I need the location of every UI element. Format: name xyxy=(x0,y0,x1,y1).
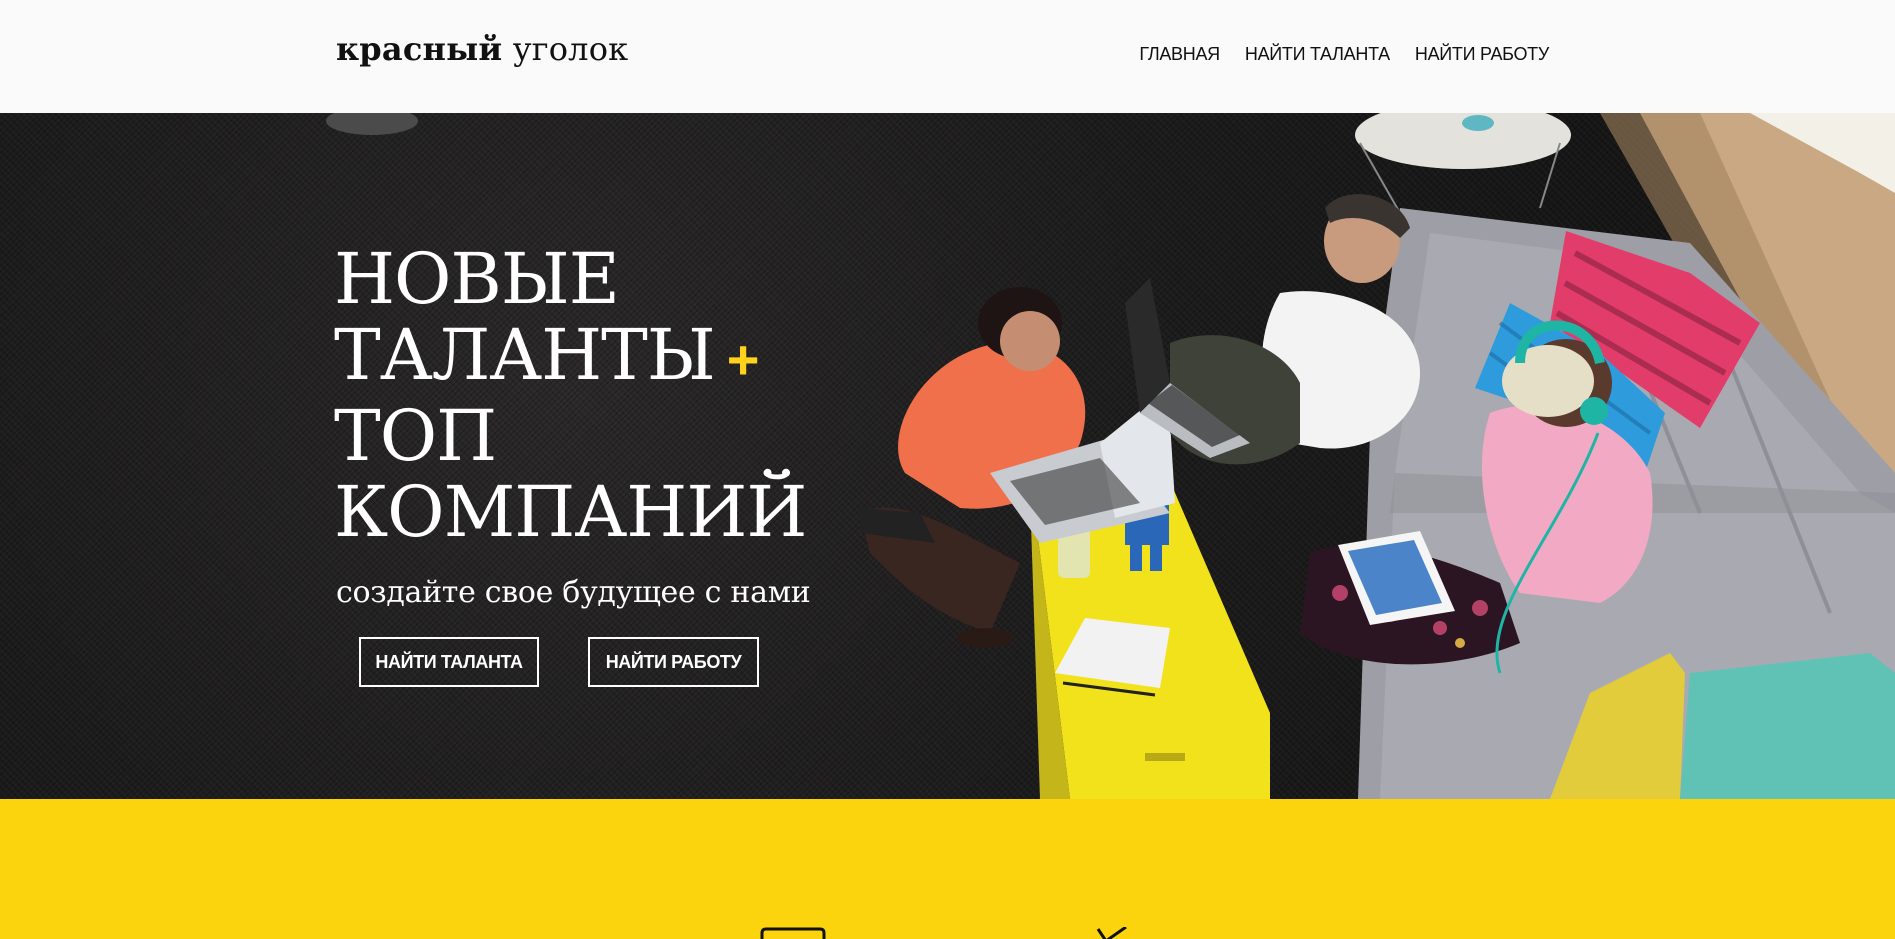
headline-line-2: ТАЛАНТЫ + xyxy=(334,317,806,398)
find-talent-button[interactable]: НАЙТИ ТАЛАНТА xyxy=(359,637,539,687)
nav-find-talent[interactable]: НАЙТИ ТАЛАНТА xyxy=(1245,44,1390,65)
plus-sign: + xyxy=(726,328,760,391)
hero-headline: НОВЫЕ ТАЛАНТЫ + ТОП КОМПАНИЙ xyxy=(334,238,807,553)
main-nav: ГЛАВНАЯ НАЙТИ ТАЛАНТА НАЙТИ РАБОТУ xyxy=(1139,44,1549,65)
logo-thin-text: уголок xyxy=(512,30,629,68)
nav-home[interactable]: ГЛАВНАЯ xyxy=(1139,44,1220,65)
features-band xyxy=(0,799,1895,939)
folder-icon xyxy=(760,927,826,939)
nav-find-work[interactable]: НАЙТИ РАБОТУ xyxy=(1415,44,1549,65)
hero-photo xyxy=(326,113,1895,799)
headline-line-4: КОМПАНИЙ xyxy=(334,471,807,553)
hero-section: НОВЫЕ ТАЛАНТЫ + ТОП КОМПАНИЙ создайте сво… xyxy=(0,113,1895,799)
hero-tagline: создайте свое будущее с нами xyxy=(336,575,811,610)
headline-line-1: НОВЫЕ xyxy=(334,238,620,320)
site-header: красный уголок ГЛАВНАЯ НАЙТИ ТАЛАНТА НАЙ… xyxy=(0,0,1895,113)
logo-bold-text: красный xyxy=(336,30,503,68)
headline-line-2-text: ТАЛАНТЫ xyxy=(334,314,716,396)
site-logo[interactable]: красный уголок xyxy=(336,30,628,68)
find-work-button[interactable]: НАЙТИ РАБОТУ xyxy=(588,637,759,687)
headline-line-3: ТОП xyxy=(334,395,497,477)
check-icon xyxy=(1096,927,1127,939)
